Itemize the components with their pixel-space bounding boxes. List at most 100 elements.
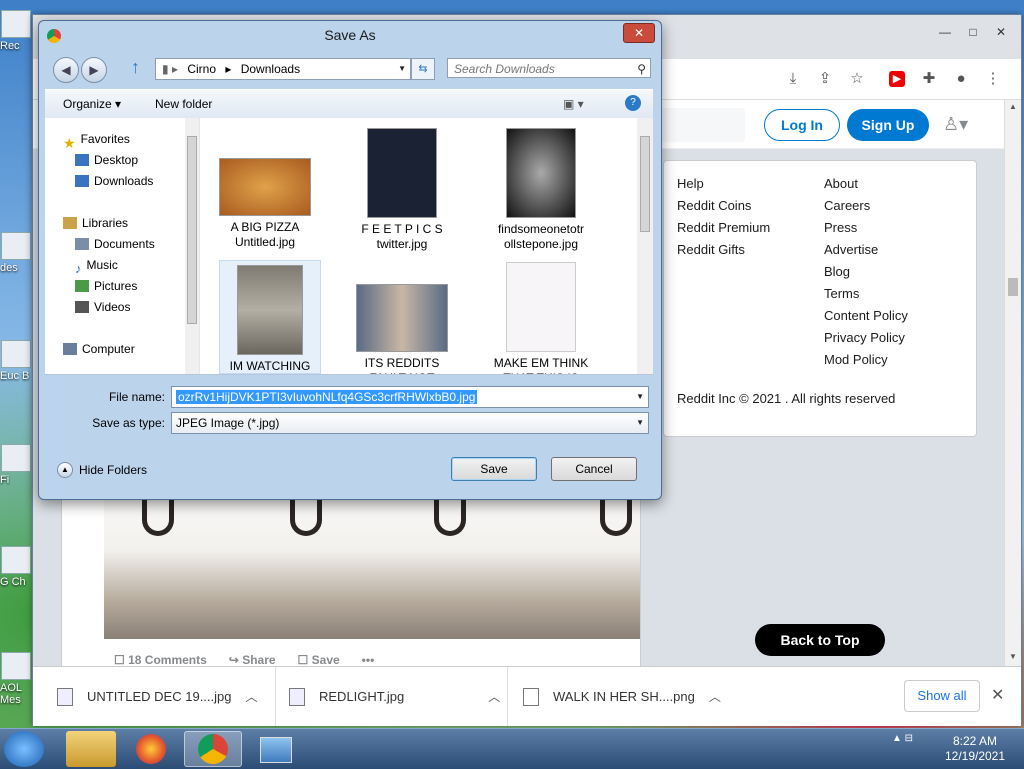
comments-button[interactable]: ☐ 18 Comments [114, 653, 207, 666]
nav-item-pictures[interactable]: Pictures [75, 276, 137, 296]
footer-link[interactable]: Reddit Coins [677, 195, 770, 217]
footer-link[interactable]: Privacy Policy [824, 327, 908, 349]
scrollbar-thumb[interactable] [640, 136, 650, 232]
refresh-icon[interactable]: ⇆ [411, 58, 435, 80]
nav-item-music[interactable]: ♪ Music [75, 255, 118, 276]
start-button[interactable] [4, 731, 44, 767]
address-bar[interactable]: ▮ ▸ Cirno ▸ Downloads ▼ [155, 58, 411, 80]
chevron-down-icon[interactable]: ▼ [398, 59, 406, 79]
forward-arrow-icon[interactable]: ▶ [81, 57, 107, 83]
file-tile[interactable]: ITS REDDITS FAULT NOT [352, 284, 452, 374]
chevron-up-icon[interactable]: ︿ [488, 688, 500, 705]
file-name-input[interactable]: ozrRv1HijDVK1PTI3vIuvohNLfq4GSc3crfRHWlx… [171, 386, 649, 408]
chrome-menu-icon[interactable]: ⋮ [983, 69, 1003, 89]
chrome-taskbar-icon[interactable] [184, 731, 242, 767]
footer-link[interactable]: Press [824, 217, 908, 239]
breadcrumb-cirno[interactable]: Cirno [187, 62, 216, 76]
search-icon[interactable]: ⚲ [637, 59, 646, 79]
extensions-puzzle-icon[interactable]: ✚ [919, 69, 939, 89]
footer-link[interactable]: Terms [824, 283, 908, 305]
footer-link[interactable]: Careers [824, 195, 908, 217]
chevron-up-icon[interactable]: ︿ [246, 688, 258, 705]
cancel-button[interactable]: Cancel [551, 457, 637, 481]
footer-link[interactable]: Mod Policy [824, 349, 908, 371]
nav-item-documents[interactable]: Documents [75, 234, 155, 254]
nav-item-favorites[interactable]: ★ Favorites [63, 129, 130, 151]
chevron-down-icon[interactable]: ▼ [636, 387, 644, 407]
scroll-up-arrow-icon[interactable]: ▲ [1005, 102, 1021, 111]
footer-link[interactable]: Reddit Gifts [677, 239, 770, 261]
system-tray[interactable]: ▲ ⊟ [892, 733, 913, 744]
share-icon[interactable]: ⇪ [815, 69, 835, 89]
nav-item-desktop[interactable]: Desktop [75, 150, 138, 170]
desktop-icon-des[interactable]: des [0, 232, 32, 274]
download-item[interactable]: WALK IN HER SH....png ︿ [523, 667, 741, 726]
download-item[interactable]: REDLIGHT.jpg ︿ [289, 667, 508, 726]
signup-button[interactable]: Sign Up [847, 109, 929, 141]
download-item[interactable]: UNTITLED DEC 19....jpg ︿ [57, 667, 276, 726]
page-scrollbar[interactable]: ▲ ▼ [1004, 100, 1021, 666]
footer-link[interactable]: Content Policy [824, 305, 908, 327]
close-downloads-icon[interactable]: ✕ [991, 685, 1004, 705]
nav-item-computer[interactable]: Computer [63, 339, 135, 359]
file-tile[interactable]: F E E T P I C S twitter.jpg [352, 128, 452, 252]
scrollbar-thumb[interactable] [187, 136, 197, 324]
search-downloads-input[interactable]: Search Downloads ⚲ [447, 58, 651, 78]
footer-links-card: Help Reddit Coins Reddit Premium Reddit … [663, 160, 977, 437]
desktop-icon-euc[interactable]: Euc B [0, 340, 32, 382]
breadcrumb-downloads[interactable]: Downloads [241, 62, 300, 76]
explorer-taskbar-icon[interactable] [66, 731, 116, 767]
taskbar-clock[interactable]: 8:22 AM 12/19/2021 [940, 734, 1010, 764]
new-folder-button[interactable]: New folder [155, 97, 212, 111]
footer-link[interactable]: About [824, 173, 908, 195]
scrollbar-thumb[interactable] [1008, 278, 1018, 296]
user-menu-icon[interactable]: ♙▾ [943, 114, 968, 135]
file-tile-selected[interactable]: IM WATCHING YOU [219, 260, 321, 374]
login-button[interactable]: Log In [764, 109, 840, 141]
photo-viewer-taskbar-icon[interactable] [248, 731, 304, 767]
desktop-icon-aol[interactable]: AOL Mes [0, 652, 32, 706]
back-to-top-button[interactable]: Back to Top [755, 624, 885, 656]
nav-item-libraries[interactable]: Libraries [63, 213, 128, 233]
desktop-icon-google-chrome[interactable]: G Ch [0, 546, 32, 588]
file-list-scrollbar[interactable] [637, 118, 653, 374]
chevron-up-icon[interactable]: ︿ [709, 688, 721, 705]
hide-folders-toggle[interactable]: ▲ Hide Folders [57, 462, 147, 478]
show-all-button[interactable]: Show all [904, 680, 980, 712]
view-options-icon[interactable]: ▣ ▾ [563, 97, 584, 111]
download-icon[interactable]: ⤓ [783, 69, 803, 89]
footer-link[interactable]: Reddit Premium [677, 217, 770, 239]
file-tile[interactable]: MAKE EM THINK THAT THIS IS [491, 262, 591, 374]
file-tile[interactable]: A BIG PIZZA Untitled.jpg [215, 158, 315, 250]
more-options-button[interactable]: ••• [362, 653, 375, 666]
youtube-extension-icon[interactable]: ▶ [889, 71, 905, 87]
footer-link[interactable]: Advertise [824, 239, 908, 261]
back-arrow-icon[interactable]: ◀ [53, 57, 79, 83]
firefox-taskbar-icon[interactable] [126, 731, 176, 767]
up-arrow-icon[interactable]: ↑ [131, 57, 140, 78]
nav-scrollbar[interactable] [185, 118, 199, 374]
nav-label: Computer [82, 342, 135, 356]
save-button[interactable]: Save [451, 457, 537, 481]
footer-link[interactable]: Help [677, 173, 770, 195]
nav-item-downloads[interactable]: Downloads [75, 171, 153, 191]
minimize-button[interactable]: — [931, 23, 959, 41]
close-button[interactable]: ✕ [987, 23, 1015, 41]
scroll-down-arrow-icon[interactable]: ▼ [1005, 652, 1021, 661]
save-post-button[interactable]: ☐ Save [298, 653, 340, 666]
maximize-button[interactable]: □ [959, 23, 987, 41]
help-icon[interactable]: ? [625, 95, 641, 111]
dialog-close-button[interactable]: ✕ [623, 23, 655, 43]
profile-icon[interactable]: ● [951, 69, 971, 89]
reddit-search-box[interactable] [661, 108, 745, 142]
file-tile[interactable]: findsomeonetotr ollstepone.jpg [491, 128, 591, 252]
chevron-down-icon[interactable]: ▼ [636, 413, 644, 433]
desktop-icon-recycle-bin[interactable]: Rec [0, 10, 32, 52]
footer-link[interactable]: Blog [824, 261, 908, 283]
save-type-select[interactable]: JPEG Image (*.jpg) ▼ [171, 412, 649, 434]
desktop-icon-fi[interactable]: Fi [0, 444, 32, 486]
share-button[interactable]: ↪ Share [229, 653, 276, 666]
nav-item-videos[interactable]: Videos [75, 297, 130, 317]
organize-menu[interactable]: Organize ▾ [63, 97, 121, 111]
bookmark-star-icon[interactable]: ☆ [847, 69, 867, 89]
